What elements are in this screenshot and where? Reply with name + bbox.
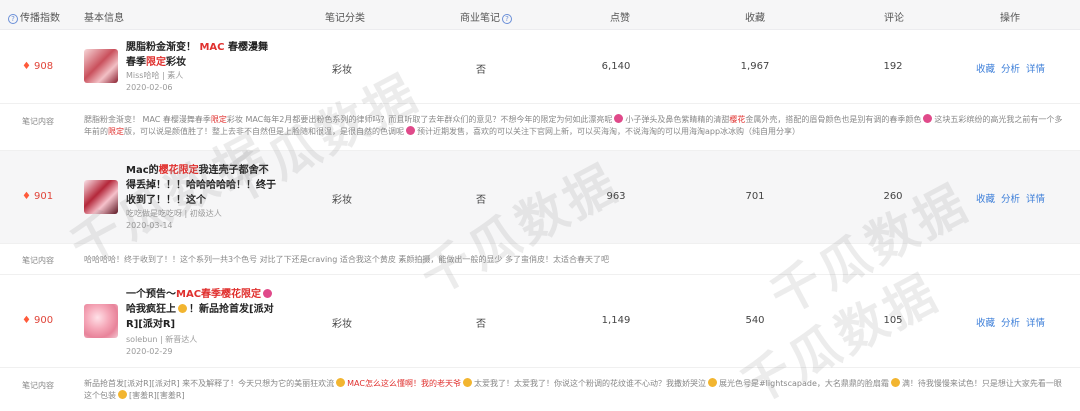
fire-icon: ♦ bbox=[22, 315, 31, 326]
comments-count: 192 bbox=[883, 61, 903, 72]
note-title[interactable]: 腮脂粉金渐变！ MAC 春樱漫舞春季限定彩妆 bbox=[126, 40, 276, 70]
note-content-row: 笔记内容 哈哈哈哈！终于收到了！！这个系列一共3个色号 对比了下还是cravin… bbox=[0, 243, 1080, 275]
help-icon[interactable]: ? bbox=[8, 14, 18, 24]
row-actions: 收藏 分析 详情 bbox=[976, 61, 1051, 75]
favorites-count: 540 bbox=[745, 315, 765, 326]
col-favorites-header[interactable]: 收藏 bbox=[745, 9, 765, 24]
favorites-count: 1,967 bbox=[740, 61, 770, 72]
face-emoji-icon bbox=[707, 378, 717, 387]
flower-emoji-icon bbox=[614, 114, 624, 123]
comments-count: 260 bbox=[883, 191, 903, 202]
flower-emoji-icon bbox=[263, 289, 273, 298]
note-category: 彩妆 bbox=[332, 319, 352, 330]
commercial-flag: 否 bbox=[476, 195, 486, 206]
col-commercial-header[interactable]: 商业笔记? bbox=[460, 9, 514, 24]
col-basic-header: 基本信息 bbox=[84, 13, 124, 24]
face-emoji-icon bbox=[462, 378, 472, 387]
note-category: 彩妆 bbox=[332, 65, 352, 76]
flower-emoji-icon bbox=[406, 126, 415, 135]
favorite-link[interactable]: 收藏 bbox=[976, 194, 995, 205]
table-row: ♦ 908 腮脂粉金渐变！ MAC 春樱漫舞春季限定彩妆 Miss哈哈 | 素人 … bbox=[0, 31, 1080, 103]
note-author[interactable]: solebun | 新晋达人 bbox=[126, 334, 197, 345]
fire-icon: ♦ bbox=[22, 191, 31, 202]
note-thumbnail[interactable] bbox=[84, 49, 118, 83]
note-date: 2020-02-06 bbox=[126, 83, 173, 92]
note-content-row: 笔记内容 新品抢首发[派对R][派对R] 来不及解释了！今天只想为它的美丽狂欢流… bbox=[0, 367, 1080, 411]
analyze-link[interactable]: 分析 bbox=[1001, 64, 1020, 75]
spread-score: ♦ 900 bbox=[22, 315, 54, 326]
note-author[interactable]: 吃吃做是吃吃呀 | 初级达人 bbox=[126, 208, 222, 219]
likes-count: 6,140 bbox=[601, 61, 631, 72]
favorite-link[interactable]: 收藏 bbox=[976, 318, 995, 329]
analyze-link[interactable]: 分析 bbox=[1001, 194, 1020, 205]
help-icon[interactable]: ? bbox=[502, 14, 512, 24]
analyze-link[interactable]: 分析 bbox=[1001, 318, 1020, 329]
face-emoji-icon bbox=[118, 390, 127, 399]
note-date: 2020-02-29 bbox=[126, 347, 173, 356]
note-content-label: 笔记内容 bbox=[22, 381, 54, 390]
comments-count: 105 bbox=[883, 315, 903, 326]
col-comments-header[interactable]: 评论 bbox=[884, 9, 904, 24]
col-category-header: 笔记分类 bbox=[325, 13, 365, 24]
face-emoji-icon bbox=[890, 378, 900, 387]
note-title[interactable]: 一个预告～MAC春季樱花限定 哈我疯狂上 ！新品抢首发[派对R][派对R] bbox=[126, 287, 276, 332]
fire-icon: ♦ bbox=[22, 61, 31, 72]
table-row: ♦ 901 Mac的樱花限定我连壳子都舍不得丢掉！！！哈哈哈哈哈！！终于收到了！！… bbox=[0, 151, 1080, 243]
commercial-flag: 否 bbox=[476, 65, 486, 76]
table-row: ♦ 900 一个预告～MAC春季樱花限定 哈我疯狂上 ！新品抢首发[派对R][派对R… bbox=[0, 275, 1080, 367]
spread-score: ♦ 908 bbox=[22, 61, 54, 72]
note-date: 2020-03-14 bbox=[126, 221, 173, 230]
note-title[interactable]: Mac的樱花限定我连壳子都舍不得丢掉！！！哈哈哈哈哈！！终于收到了！！！这个 bbox=[126, 163, 276, 208]
col-spread-header[interactable]: ? 传播指数 bbox=[6, 9, 60, 24]
note-content-text: 哈哈哈哈！终于收到了！！这个系列一共3个色号 对比了下还是craving 适合我… bbox=[84, 255, 609, 264]
note-thumbnail[interactable] bbox=[84, 304, 118, 338]
col-likes-header[interactable]: 点赞 bbox=[610, 9, 630, 24]
row-actions: 收藏 分析 详情 bbox=[976, 191, 1051, 205]
favorite-link[interactable]: 收藏 bbox=[976, 64, 995, 75]
note-content-label: 笔记内容 bbox=[22, 256, 54, 265]
face-emoji-icon bbox=[178, 304, 187, 313]
flower-emoji-icon bbox=[923, 114, 933, 123]
col-actions-header: 操作 bbox=[1000, 13, 1020, 24]
detail-link[interactable]: 详情 bbox=[1026, 318, 1045, 329]
note-content-text: 新品抢首发[派对R][派对R] 来不及解释了！今天只想为它的美丽狂欢流 MAC怎么… bbox=[84, 378, 1062, 400]
row-actions: 收藏 分析 详情 bbox=[976, 315, 1051, 329]
detail-link[interactable]: 详情 bbox=[1026, 194, 1045, 205]
detail-link[interactable]: 详情 bbox=[1026, 64, 1045, 75]
face-emoji-icon bbox=[336, 378, 346, 387]
spread-score: ♦ 901 bbox=[22, 191, 54, 202]
favorites-count: 701 bbox=[745, 191, 765, 202]
likes-count: 1,149 bbox=[601, 315, 631, 326]
note-content-text: 腮脂粉金渐变！ MAC 春樱漫舞春季限定彩妆 MAC每年2月都要出粉色系列的律师… bbox=[84, 114, 1063, 136]
table-header: ? 传播指数 基本信息 笔记分类 商业笔记? 点赞 收藏 评论 操作 bbox=[0, 0, 1080, 30]
likes-count: 963 bbox=[606, 191, 626, 202]
note-content-row: 笔记内容 腮脂粉金渐变！ MAC 春樱漫舞春季限定彩妆 MAC每年2月都要出粉色… bbox=[0, 103, 1080, 151]
note-content-label: 笔记内容 bbox=[22, 117, 54, 126]
note-author[interactable]: Miss哈哈 | 素人 bbox=[126, 70, 183, 81]
commercial-flag: 否 bbox=[476, 319, 486, 330]
note-category: 彩妆 bbox=[332, 195, 352, 206]
note-thumbnail[interactable] bbox=[84, 180, 118, 214]
